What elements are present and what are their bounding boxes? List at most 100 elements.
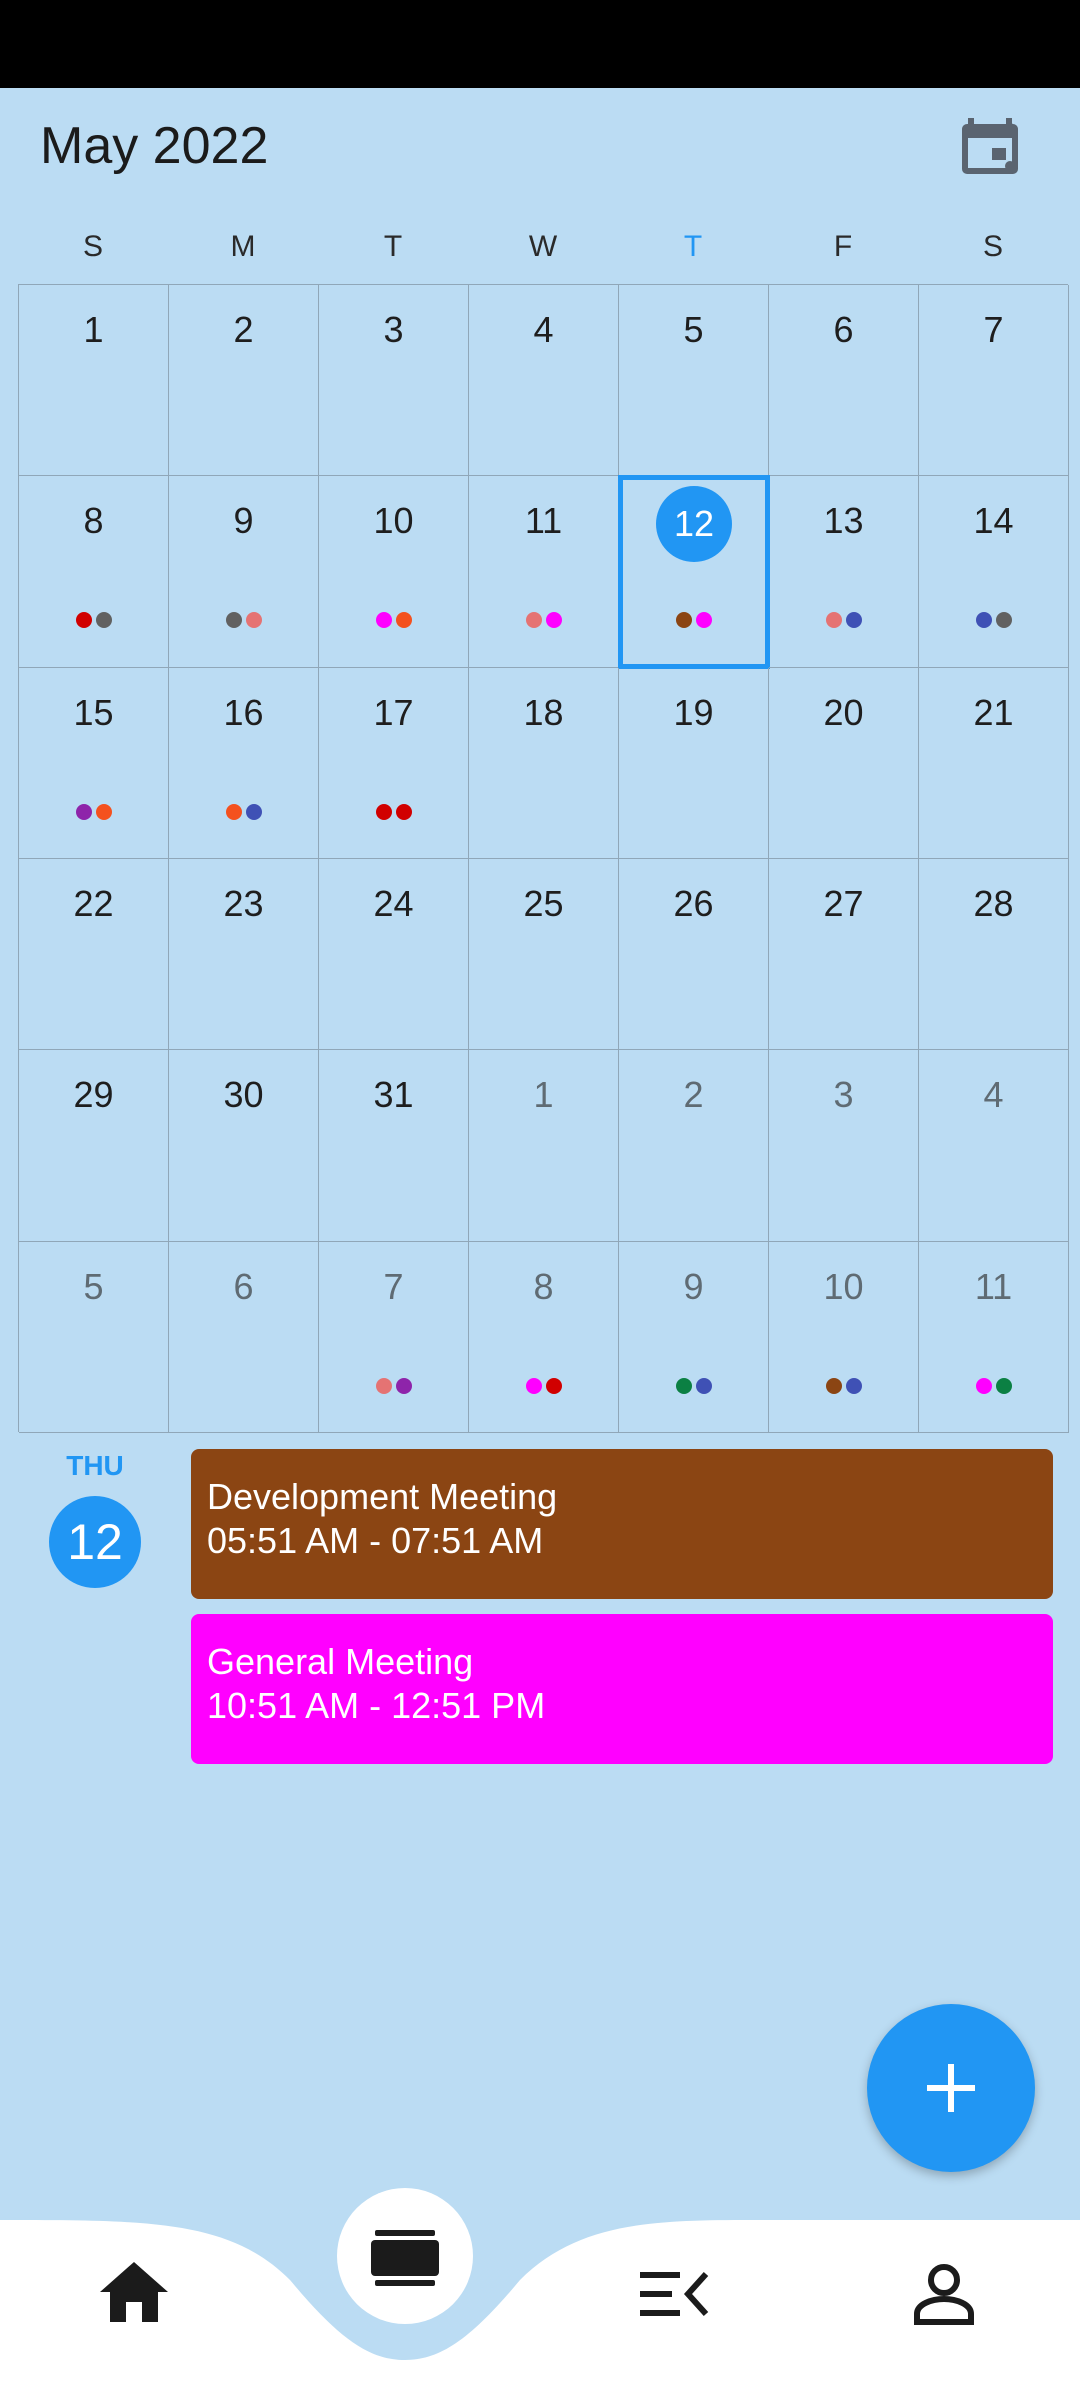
day-number: 7 <box>383 1265 404 1307</box>
day-number: 9 <box>683 1265 704 1307</box>
day-cell[interactable]: 27 <box>769 858 919 1051</box>
day-cell[interactable]: 22 <box>19 858 169 1051</box>
weekday-label: S <box>982 230 1003 263</box>
day-cell[interactable]: 3 <box>769 1050 919 1242</box>
day-cell[interactable]: 30 <box>169 1050 319 1242</box>
day-cell[interactable]: 31 <box>319 1050 469 1242</box>
day-cell[interactable]: 19 <box>619 667 769 859</box>
event-dot <box>675 1377 692 1394</box>
event-dot <box>845 1377 862 1394</box>
event-dots <box>169 612 318 629</box>
day-cell[interactable]: 1 <box>19 285 169 477</box>
day-cell[interactable]: 24 <box>319 858 469 1051</box>
event-time: 10:51 AM - 12:51 PM <box>207 1685 546 1726</box>
day-cell[interactable]: 9 <box>619 1241 769 1433</box>
weekday-label: T <box>683 230 703 263</box>
add-event-button[interactable] <box>867 2004 1035 2172</box>
day-cell[interactable]: 8 <box>19 476 169 668</box>
day-cell[interactable]: 2 <box>619 1050 769 1242</box>
day-cell[interactable]: 10 <box>319 476 469 668</box>
day-cell[interactable]: 9 <box>169 476 319 668</box>
day-number: 16 <box>223 691 264 733</box>
day-cell[interactable]: 7 <box>319 1241 469 1433</box>
event-dots <box>19 612 168 629</box>
event-dot <box>95 612 112 629</box>
home-button[interactable] <box>98 2260 170 2329</box>
day-number: 6 <box>233 1265 254 1307</box>
day-cell[interactable]: 7 <box>919 285 1069 477</box>
plus-icon <box>927 2064 975 2112</box>
day-cell[interactable]: 5 <box>19 1241 169 1433</box>
month-title[interactable]: May 2022 <box>40 116 268 176</box>
day-cell[interactable]: 1 <box>469 1050 619 1242</box>
day-number: 6 <box>833 309 854 350</box>
day-cell[interactable]: 25 <box>469 858 619 1051</box>
selected-day-abbr: THU <box>66 1450 124 1481</box>
event-title: Development Meeting <box>207 1476 558 1517</box>
day-cell[interactable]: 11 <box>469 476 619 668</box>
day-cell[interactable]: 26 <box>619 858 769 1051</box>
event-dot <box>525 612 542 629</box>
day-cell[interactable]: 20 <box>769 667 919 859</box>
event-dot <box>545 612 562 629</box>
event-dot <box>245 612 262 629</box>
day-cell[interactable]: 8 <box>469 1241 619 1433</box>
day-cell[interactable]: 14 <box>919 476 1069 668</box>
event-time: 05:51 AM - 07:51 AM <box>207 1520 544 1561</box>
day-cell[interactable]: 5 <box>619 285 769 477</box>
day-number: 9 <box>233 500 254 542</box>
day-cell[interactable]: 29 <box>19 1050 169 1242</box>
event-dot <box>825 612 842 629</box>
day-cell[interactable]: 16 <box>169 667 319 859</box>
day-cell[interactable]: 21 <box>919 667 1069 859</box>
event-dot <box>975 612 992 629</box>
day-cell[interactable]: 11 <box>919 1241 1069 1433</box>
day-number: 10 <box>823 1265 864 1307</box>
day-cell[interactable]: 10 <box>769 1241 919 1433</box>
event-dots <box>469 1377 618 1394</box>
event-dots <box>319 612 468 629</box>
calendar-view-button[interactable] <box>337 2188 473 2324</box>
day-cell[interactable]: 13 <box>769 476 919 668</box>
day-cell[interactable]: 6 <box>769 285 919 477</box>
day-number: 28 <box>973 882 1014 924</box>
weekday-label: S <box>82 230 103 263</box>
day-cell[interactable]: 4 <box>469 285 619 477</box>
event-dot <box>75 803 92 820</box>
day-cell[interactable]: 3 <box>319 285 469 477</box>
event-dots <box>169 803 318 820</box>
event-dot <box>225 803 242 820</box>
day-cell[interactable]: 18 <box>469 667 619 859</box>
day-cell[interactable]: 23 <box>169 858 319 1051</box>
event-dot <box>995 1377 1012 1394</box>
event-dot <box>825 1377 842 1394</box>
day-cell[interactable]: 4 <box>919 1050 1069 1242</box>
event-card[interactable]: General Meeting 10:51 AM - 12:51 PM <box>191 1614 1053 1764</box>
event-dot <box>395 803 412 820</box>
event-card[interactable]: Development Meeting 05:51 AM - 07:51 AM <box>191 1449 1053 1599</box>
event-title: General Meeting <box>207 1641 474 1682</box>
day-cell[interactable]: 28 <box>919 858 1069 1051</box>
day-number: 8 <box>83 500 104 542</box>
weekday-label: F <box>833 230 853 263</box>
day-cell[interactable]: 6 <box>169 1241 319 1433</box>
calendar-today-icon[interactable] <box>958 114 1022 178</box>
day-number: 5 <box>683 309 704 350</box>
day-cell[interactable]: 17 <box>319 667 469 859</box>
day-number: 4 <box>533 309 554 350</box>
menu-button[interactable] <box>640 2268 710 2325</box>
weekday-label: W <box>528 230 558 263</box>
event-dot <box>695 1377 712 1394</box>
selected-day-number: 12 <box>49 1496 141 1588</box>
day-number: 27 <box>823 882 864 924</box>
profile-button[interactable] <box>912 2262 976 2331</box>
day-number: 2 <box>683 1074 704 1116</box>
day-number: 22 <box>73 882 114 924</box>
day-number: 15 <box>73 691 114 733</box>
day-cell[interactable]: 15 <box>19 667 169 859</box>
event-dots <box>919 1377 1068 1394</box>
day-cell-selected[interactable]: 12 <box>618 475 770 669</box>
day-number: 31 <box>373 1074 414 1116</box>
day-cell[interactable]: 2 <box>169 285 319 477</box>
selected-day: THU 12 <box>40 1450 150 1588</box>
